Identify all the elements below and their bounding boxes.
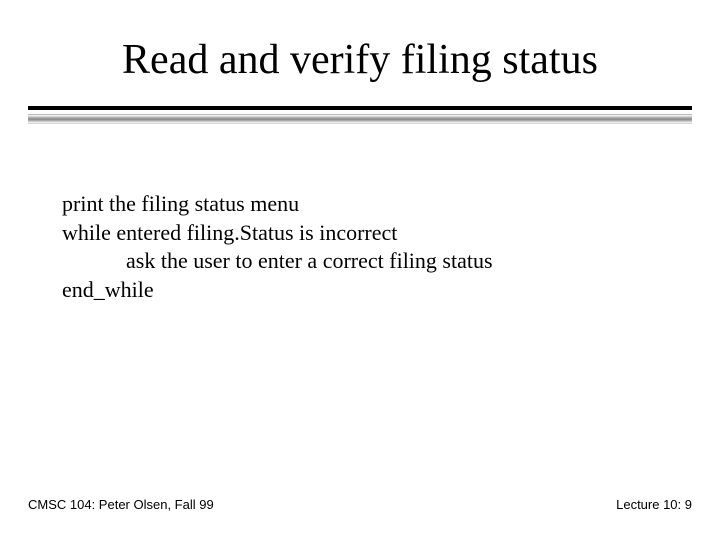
- divider-bar: [28, 114, 692, 124]
- pseudocode-line: print the filing status menu: [62, 190, 660, 219]
- footer-left: CMSC 104: Peter Olsen, Fall 99: [28, 497, 214, 512]
- pseudocode-line: while entered filing.Status is incorrect: [62, 219, 660, 248]
- slide-title: Read and verify filing status: [0, 36, 720, 84]
- pseudocode-line-indented: ask the user to enter a correct filing s…: [62, 247, 660, 276]
- divider: [28, 106, 692, 124]
- slide: Read and verify filing status print the …: [0, 0, 720, 540]
- pseudocode-line: end_while: [62, 276, 660, 305]
- divider-line: [28, 106, 692, 110]
- pseudocode-block: print the filing status menu while enter…: [62, 190, 660, 304]
- footer-right: Lecture 10: 9: [616, 497, 692, 512]
